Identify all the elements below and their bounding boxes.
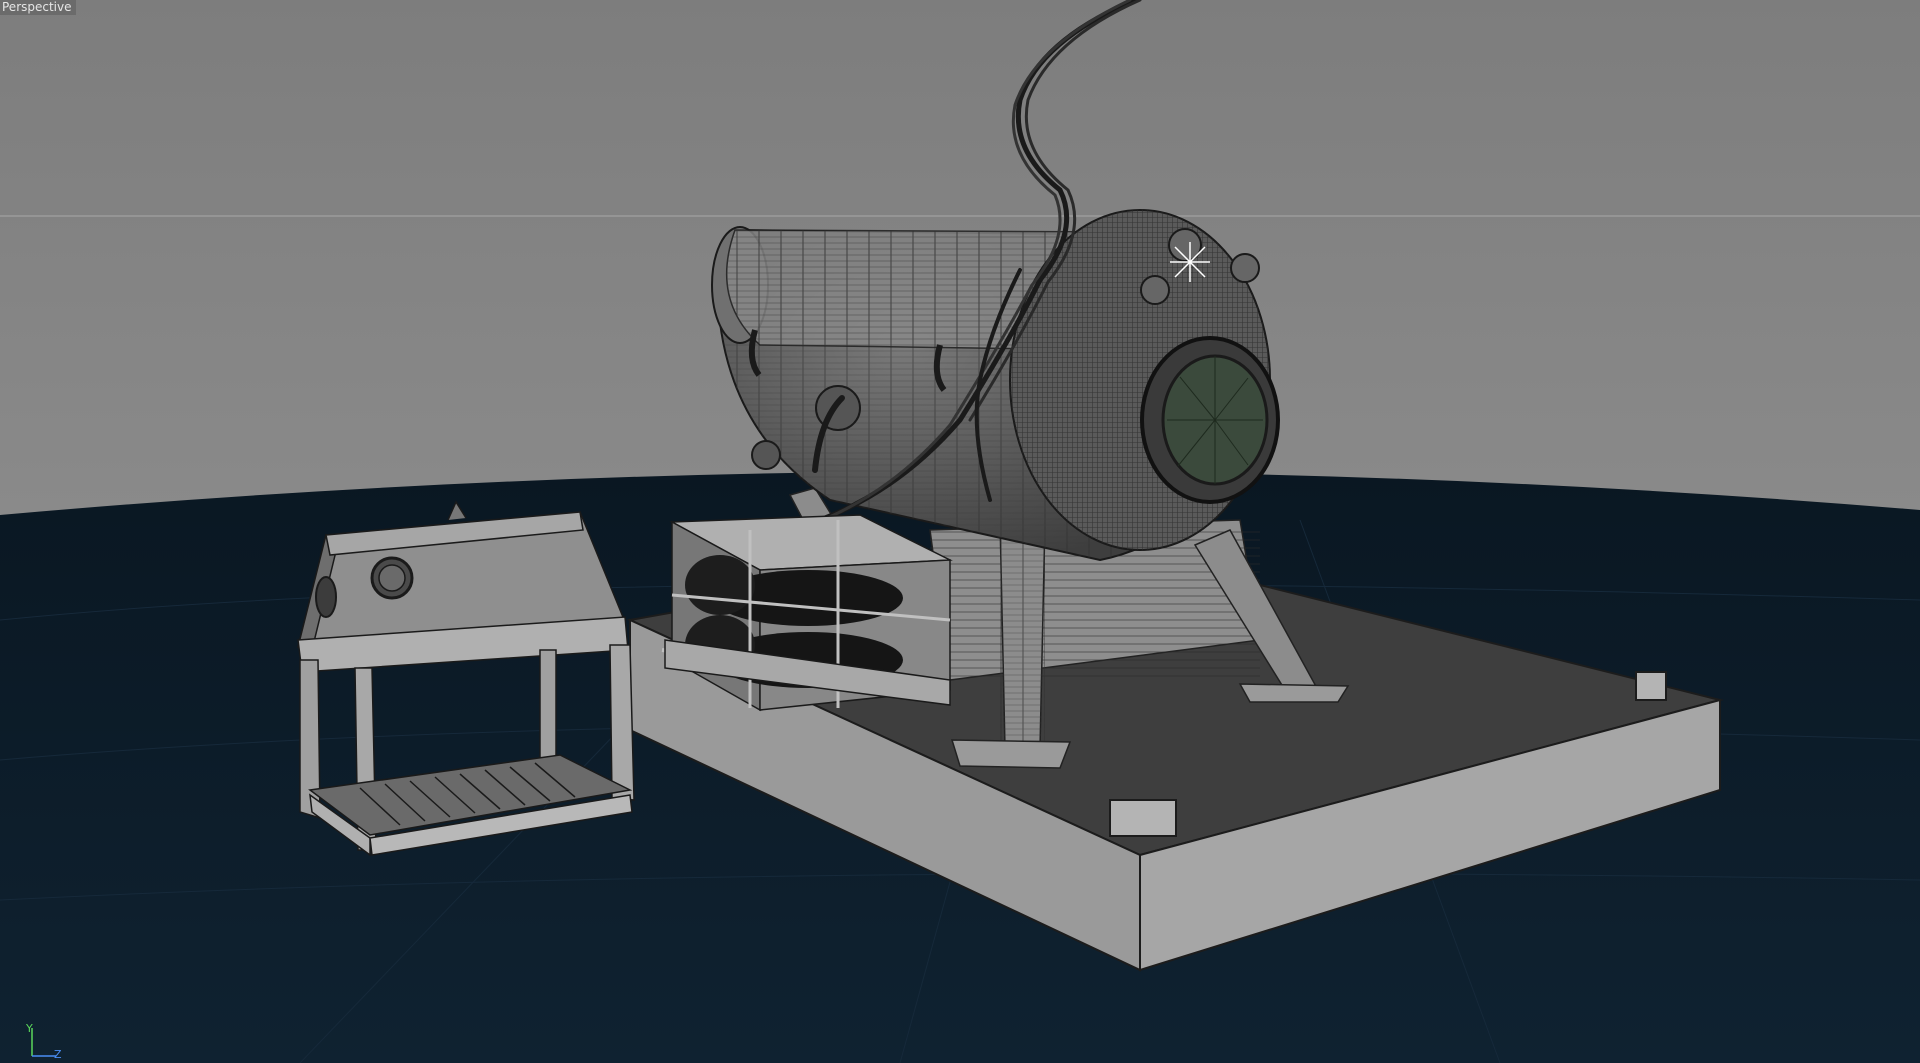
3d-viewport[interactable]: Perspective Y Z xyxy=(0,0,1920,1063)
scene-render[interactable] xyxy=(0,0,1920,1063)
axis-gizmo: Y Z xyxy=(18,1016,78,1062)
manipulator-icon[interactable] xyxy=(1170,242,1210,282)
axis-z-label: Z xyxy=(54,1048,62,1061)
axis-y-label: Y xyxy=(26,1022,33,1035)
camera-label[interactable]: Perspective xyxy=(0,0,76,15)
